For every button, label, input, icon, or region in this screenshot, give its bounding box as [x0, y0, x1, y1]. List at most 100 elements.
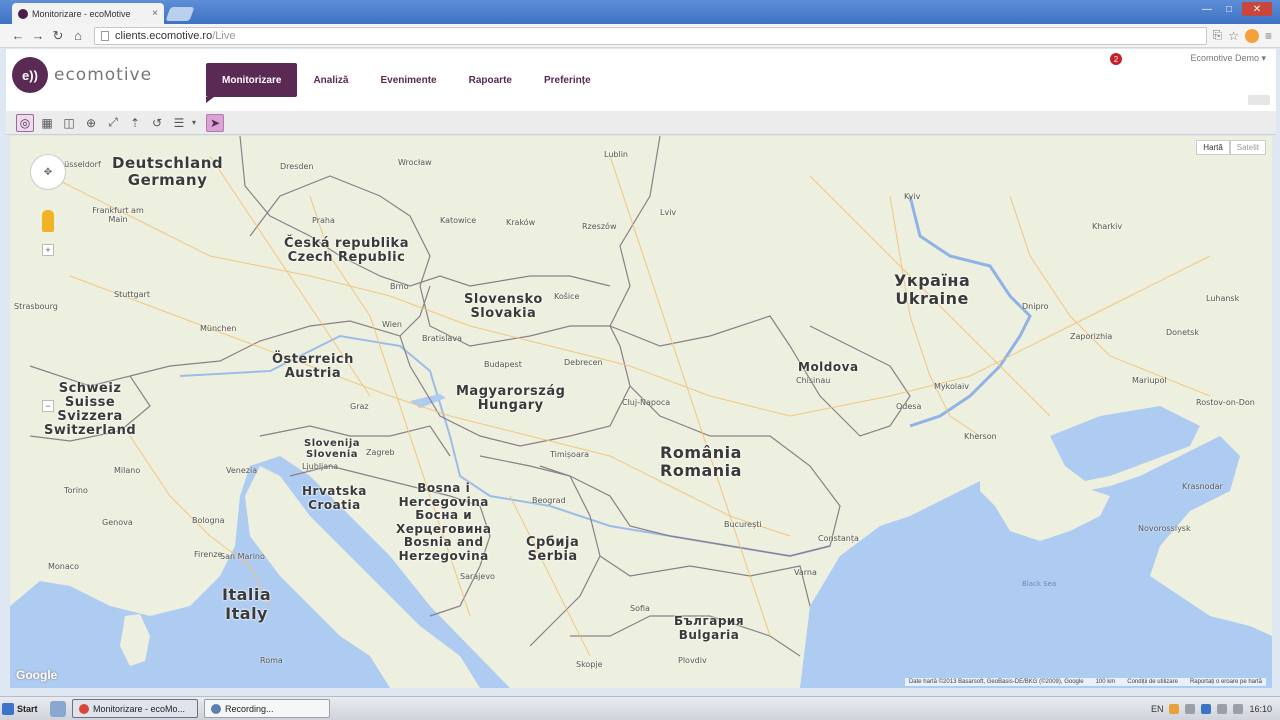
browser-toolbar: ← → ↻ ⌂ clients.ecomotive.ro /Live ⎘ ☆ ≡	[0, 24, 1280, 48]
city-label: Torino	[64, 486, 88, 495]
city-label: Praha	[312, 216, 335, 225]
forward-arrow-icon[interactable]: →	[28, 26, 48, 46]
nav-preferinte[interactable]: Preferințe	[528, 63, 607, 97]
report-error-link[interactable]: Raportați o eroare pe hartă	[1190, 679, 1262, 685]
country-label-ukraine: Україна Ukraine	[894, 271, 971, 308]
split-view-icon[interactable]: ◫	[60, 114, 78, 132]
city-label: Venezia	[226, 466, 258, 475]
clock[interactable]: 16:10	[1249, 704, 1272, 714]
start-button[interactable]: Start	[2, 699, 44, 719]
show-desktop-icon[interactable]	[50, 700, 66, 717]
new-tab-button[interactable]	[165, 7, 195, 21]
address-bar[interactable]: clients.ecomotive.ro /Live	[94, 26, 1207, 45]
layers-dropdown-icon[interactable]: ▾	[192, 118, 196, 127]
city-label: Katowice	[440, 216, 477, 225]
locate-crosshair-icon[interactable]: ⊕	[82, 114, 100, 132]
user-menu[interactable]: Ecomotive Demo ▾	[1190, 53, 1266, 64]
city-label: Lublin	[604, 150, 628, 159]
network-icon[interactable]	[1185, 703, 1196, 714]
city-label: München	[200, 324, 237, 333]
user-name: Ecomotive Demo	[1190, 53, 1259, 63]
city-label: Monaco	[48, 562, 80, 571]
zoom-out-button[interactable]: −	[42, 400, 54, 412]
notification-badge[interactable]: 2	[1110, 53, 1122, 65]
window-controls: — □ ✕	[1198, 2, 1272, 16]
grid-view-icon[interactable]: ▦	[38, 114, 56, 132]
city-label: San Marino	[220, 552, 265, 561]
city-label: Plovdiv	[678, 656, 707, 665]
navigate-arrow-icon[interactable]: ➤	[206, 113, 225, 132]
bookmark-star-icon[interactable]: ☆	[1228, 29, 1239, 43]
maximize-icon[interactable]: □	[1220, 2, 1238, 16]
reload-icon[interactable]: ↻	[48, 26, 68, 46]
recorder-icon	[211, 703, 221, 714]
city-label: Milano	[114, 466, 141, 475]
power-icon[interactable]	[1233, 703, 1244, 714]
menu-icon[interactable]: ≡	[1265, 29, 1272, 43]
map-type-map-button[interactable]: Hartă	[1196, 140, 1230, 155]
language-indicator[interactable]: EN	[1151, 704, 1164, 714]
add-vehicle-icon[interactable]: ⇡	[126, 114, 144, 132]
live-map-view-icon[interactable]: ◎	[16, 113, 34, 132]
volume-icon[interactable]	[1217, 703, 1228, 714]
city-label: Kraków	[506, 218, 536, 227]
extension-icon[interactable]	[1244, 28, 1259, 43]
taskbar-item-label: Recording...	[225, 703, 274, 714]
country-label-italy: Italia Italy	[222, 585, 272, 623]
layers-icon[interactable]: ☰	[170, 114, 188, 132]
vehicle-history-icon[interactable]: ↺	[148, 114, 166, 132]
ecomotive-logo[interactable]: e)) ecomotive	[12, 57, 152, 93]
city-label: Brno	[390, 282, 409, 291]
route-icon[interactable]: ⤢	[104, 114, 122, 132]
tab-close-icon[interactable]: ×	[152, 8, 158, 19]
city-label: Strasbourg	[14, 302, 58, 311]
scale-label: 100 km	[1095, 679, 1116, 685]
nav-evenimente[interactable]: Evenimente	[364, 63, 452, 97]
main-nav: Monitorizare Analiză Evenimente Rapoarte…	[206, 63, 607, 103]
country-label-moldova: Moldova	[798, 360, 859, 374]
city-label: Kherson	[964, 432, 997, 441]
city-label: Stuttgart	[114, 290, 150, 299]
city-label: Timișoara	[550, 450, 590, 459]
terms-link[interactable]: Condiții de utilizare	[1127, 679, 1178, 685]
taskbar-item-chrome[interactable]: Monitorizare - ecoMo...	[72, 699, 198, 718]
nav-rapoarte[interactable]: Rapoarte	[453, 63, 528, 97]
taskbar-item-recording[interactable]: Recording...	[204, 699, 330, 718]
city-label: Lviv	[660, 208, 677, 217]
url-host: clients.ecomotive.ro	[115, 29, 213, 42]
nav-analiza[interactable]: Analiză	[297, 63, 364, 97]
nav-monitorizare[interactable]: Monitorizare	[206, 63, 298, 103]
country-label-croatia: Hrvatska Croatia	[302, 484, 367, 512]
map-type-satellite-button[interactable]: Satelit	[1229, 140, 1266, 155]
zoom-in-button[interactable]: +	[42, 244, 54, 256]
browser-tab[interactable]: Monitorizare - ecoMotive ×	[12, 3, 164, 24]
home-icon[interactable]: ⌂	[68, 26, 88, 46]
start-label: Start	[17, 703, 38, 714]
city-label: Dresden	[280, 162, 314, 171]
city-label: Kharkiv	[1092, 222, 1123, 231]
pan-control-icon[interactable]: ✥	[30, 154, 66, 190]
city-label: Firenze	[194, 550, 223, 559]
url-path: /Live	[212, 29, 236, 42]
city-label: Rostov-on-Don	[1196, 398, 1255, 407]
street-view-pegman-icon[interactable]	[42, 210, 54, 232]
bluetooth-icon[interactable]	[1201, 703, 1212, 714]
city-label: Roma	[260, 656, 283, 665]
sea-label: Black Sea	[1022, 580, 1057, 588]
collapse-header-button[interactable]	[1248, 95, 1270, 105]
city-label: Budapest	[484, 360, 522, 369]
map-canvas[interactable]: Deutschland Germany Česká republika Czech …	[10, 136, 1272, 688]
city-label: Mykolaiv	[934, 382, 969, 391]
city-label: Chisinau	[796, 376, 831, 385]
translate-icon[interactable]: ⎘	[1213, 28, 1223, 43]
back-arrow-icon[interactable]: ←	[8, 26, 28, 46]
city-label: Luhansk	[1206, 294, 1240, 303]
tray-app-icon[interactable]	[1169, 703, 1180, 714]
country-label-bulgaria: България Bulgaria	[674, 614, 745, 642]
window-close-icon[interactable]: ✕	[1242, 2, 1272, 16]
country-label-germany: Deutschland Germany	[112, 154, 224, 189]
page-icon	[101, 30, 109, 41]
city-label: Frankfurt am Main	[92, 206, 144, 224]
minimize-icon[interactable]: —	[1198, 2, 1216, 16]
google-logo: Google	[16, 668, 58, 682]
